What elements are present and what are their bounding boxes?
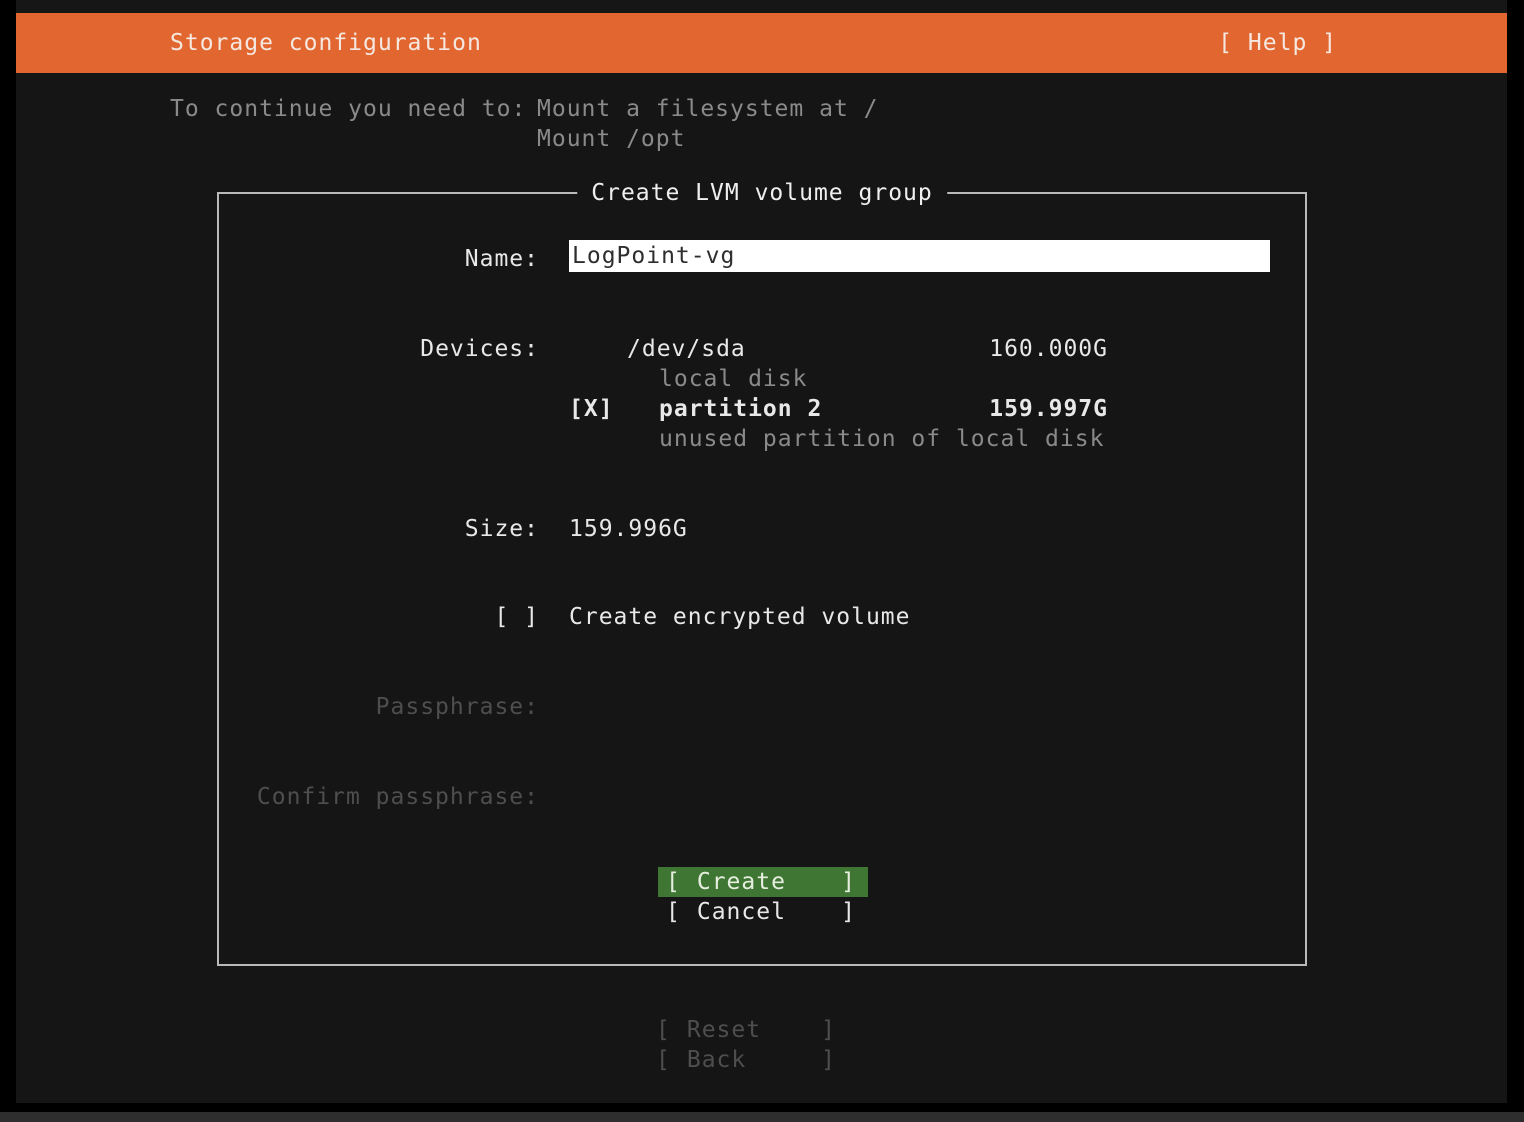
device-disk-name: /dev/sda (627, 334, 746, 364)
back-button-label: Back (687, 1045, 746, 1075)
bracket-right: ] (821, 1045, 836, 1075)
top-strip (16, 0, 1507, 13)
bracket-left: [ (656, 1045, 671, 1075)
title-bar: Storage configuration [ Help ] (16, 13, 1507, 73)
installer-screen: Storage configuration [ Help ] To contin… (0, 0, 1524, 1122)
devices-label: Devices: (219, 334, 539, 364)
back-button[interactable]: [ Back ] (648, 1045, 848, 1075)
passphrase-label: Passphrase: (219, 692, 539, 722)
bottom-strip (0, 1112, 1524, 1122)
device-disk-note: local disk (659, 364, 807, 394)
bracket-right: ] (841, 897, 856, 927)
bracket-left: [ (666, 897, 681, 927)
name-input[interactable] (569, 240, 1270, 272)
help-button[interactable]: [ Help ] (1218, 30, 1337, 56)
partition-size: 159.997G (919, 394, 1108, 424)
size-value: 159.996G (569, 514, 688, 544)
page-title: Storage configuration (170, 30, 482, 56)
confirm-passphrase-label: Confirm passphrase: (219, 782, 539, 812)
partition-name[interactable]: partition 2 (659, 394, 822, 424)
notice-line-2: Mount /opt (537, 124, 685, 154)
bracket-left: [ (666, 867, 681, 897)
reset-button[interactable]: [ Reset ] (648, 1015, 848, 1045)
reset-button-label: Reset (687, 1015, 761, 1045)
dialog-title: Create LVM volume group (577, 177, 947, 209)
cancel-button[interactable]: [ Cancel ] (658, 897, 868, 927)
name-label: Name: (219, 244, 539, 274)
notice-line-1: Mount a filesystem at / (537, 94, 879, 124)
encrypt-checkbox[interactable]: [ ] (219, 602, 539, 632)
partition-note: unused partition of local disk (659, 424, 1104, 454)
partition-checkbox[interactable]: [X] (569, 394, 614, 424)
encrypt-label[interactable]: Create encrypted volume (569, 602, 911, 632)
terminal-area: To continue you need to: Mount a filesys… (16, 73, 1507, 1103)
size-label: Size: (219, 514, 539, 544)
cancel-button-label: Cancel (697, 897, 786, 927)
create-button-label: Create (697, 867, 786, 897)
create-button[interactable]: [ Create ] (658, 867, 868, 897)
create-lvm-dialog: Create LVM volume group Name: Devices: /… (217, 192, 1307, 966)
notice-prefix: To continue you need to: (170, 94, 526, 124)
device-disk-size: 160.000G (919, 334, 1108, 364)
bracket-right: ] (841, 867, 856, 897)
bracket-right: ] (821, 1015, 836, 1045)
bracket-left: [ (656, 1015, 671, 1045)
